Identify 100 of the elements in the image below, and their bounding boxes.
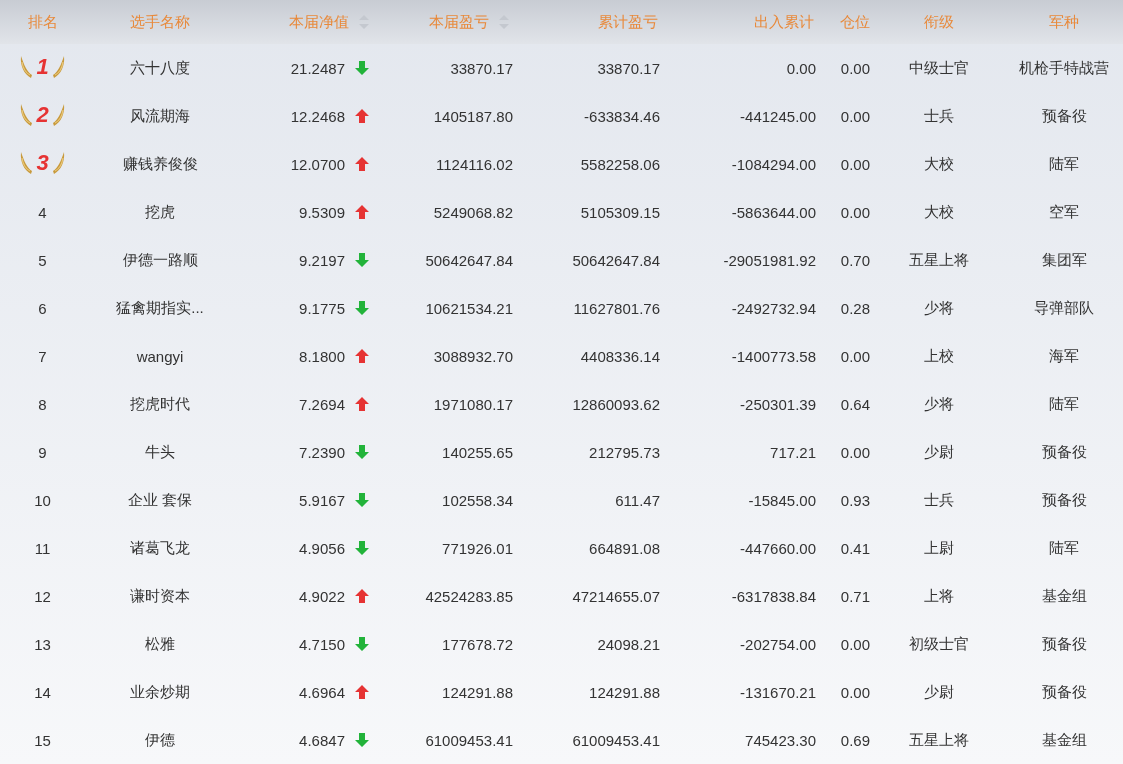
column-header[interactable]: 本届盈亏: [429, 12, 489, 32]
player-name: 松雅: [145, 634, 175, 652]
rank-number: 14: [34, 683, 51, 701]
rank-title: 五星上将: [908, 250, 969, 268]
cash-flow-value: -15845.00: [748, 491, 816, 509]
net-value: 7.2694: [299, 395, 345, 413]
rank-number: 10: [34, 491, 51, 509]
position-value: 0.28: [840, 299, 870, 317]
total-profit-value: 47214655.07: [572, 587, 660, 605]
position-value: 0.00: [840, 59, 870, 77]
player-name: 伊德: [145, 730, 175, 748]
branch-name: 陆军: [1049, 154, 1079, 172]
profit-value: 140255.65: [442, 443, 513, 461]
player-name: 企业 套保: [127, 490, 193, 508]
player-name: 挖虎: [145, 202, 175, 220]
column-header: 衔级: [923, 12, 954, 32]
net-value: 8.1800: [299, 347, 345, 365]
branch-name: 陆军: [1049, 538, 1079, 556]
cash-flow-value: 717.21: [770, 443, 816, 461]
profit-value: 42524283.85: [425, 587, 513, 605]
rank-number: 8: [38, 395, 47, 413]
profit-value: 50642647.84: [425, 251, 513, 269]
rank-number: 6: [38, 299, 47, 317]
branch-name: 导弹部队: [1034, 298, 1094, 316]
net-value: 21.2487: [290, 59, 345, 77]
player-name: 六十八度: [130, 58, 190, 76]
branch-name: 预备役: [1041, 634, 1087, 652]
branch-name: 基金组: [1041, 586, 1087, 604]
total-profit-value: 611.47: [615, 491, 660, 509]
column-header: 累计盈亏: [598, 12, 658, 32]
net-value: 4.7150: [299, 635, 345, 653]
rank-number: 2: [36, 101, 49, 128]
net-value: 9.1775: [299, 299, 345, 317]
rank-number: 11: [34, 539, 51, 557]
profit-value: 61009453.41: [425, 731, 513, 749]
position-value: 0.41: [840, 539, 870, 557]
position-value: 0.69: [840, 731, 870, 749]
cash-flow-value: 745423.30: [745, 731, 816, 749]
position-value: 0.71: [840, 587, 870, 605]
cash-flow-value: -29051981.92: [723, 251, 816, 269]
rank-title: 五星上将: [908, 730, 969, 748]
rank-title: 少尉: [923, 682, 954, 700]
total-profit-value: 50642647.84: [572, 251, 660, 269]
branch-name: 机枪手特战营: [1019, 58, 1109, 76]
position-value: 0.00: [840, 347, 870, 365]
total-profit-value: 24098.21: [597, 635, 660, 653]
branch-name: 集团军: [1041, 250, 1087, 268]
cash-flow-value: -6317838.84: [731, 587, 816, 605]
rank-title: 少将: [923, 298, 954, 316]
cash-flow-value: 0.00: [786, 59, 816, 77]
rank-title: 上校: [923, 346, 954, 364]
player-name: 风流期海: [130, 106, 190, 124]
column-header: 出入累计: [754, 12, 814, 32]
cash-flow-value: -447660.00: [740, 539, 816, 557]
cash-flow-value: -441245.00: [740, 107, 816, 125]
total-profit-value: 33870.17: [597, 59, 660, 77]
total-profit-value: 12860093.62: [572, 395, 660, 413]
profit-value: 5249068.82: [433, 203, 513, 221]
total-profit-value: 212795.73: [589, 443, 660, 461]
position-value: 0.64: [840, 395, 870, 413]
cash-flow-value: -1084294.00: [731, 155, 816, 173]
profit-value: 1971080.17: [433, 395, 513, 413]
rank-title: 士兵: [923, 490, 954, 508]
branch-name: 陆军: [1049, 394, 1079, 412]
column-header: 排名: [27, 12, 58, 32]
player-name: 赚钱养俊俊: [122, 154, 198, 172]
rank-number: 1: [36, 53, 49, 80]
position-value: 0.00: [840, 683, 870, 701]
column-header[interactable]: 本届净值: [289, 12, 349, 32]
position-value: 0.93: [840, 491, 870, 509]
rank-number: 13: [34, 635, 51, 653]
branch-name: 预备役: [1041, 490, 1087, 508]
total-profit-value: -633834.46: [584, 107, 660, 125]
rank-title: 大校: [923, 202, 954, 220]
profit-value: 177678.72: [442, 635, 513, 653]
net-value: 4.6847: [299, 731, 345, 749]
branch-name: 海军: [1049, 346, 1079, 364]
cash-flow-value: -250301.39: [740, 395, 816, 413]
column-header: 仓位: [840, 12, 870, 32]
cash-flow-value: -1400773.58: [731, 347, 816, 365]
profit-value: 3088932.70: [433, 347, 513, 365]
cash-flow-value: -131670.21: [740, 683, 816, 701]
branch-name: 预备役: [1041, 106, 1087, 124]
net-value: 4.6964: [299, 683, 345, 701]
player-name: 谦时资本: [130, 586, 190, 604]
player-name: 猛禽期指实...: [116, 298, 204, 316]
total-profit-value: 5105309.15: [580, 203, 660, 221]
rank-number: 12: [34, 587, 51, 605]
rank-title: 中级士官: [908, 58, 969, 76]
column-header: 选手名称: [130, 12, 190, 32]
position-value: 0.70: [840, 251, 870, 269]
net-value: 12.2468: [290, 107, 345, 125]
total-profit-value: 4408336.14: [580, 347, 660, 365]
profit-value: 33870.17: [450, 59, 513, 77]
cash-flow-value: -202754.00: [740, 635, 816, 653]
total-profit-value: 124291.88: [589, 683, 660, 701]
rank-title: 少将: [923, 394, 954, 412]
player-name: 业余炒期: [130, 682, 190, 700]
profit-value: 102558.34: [442, 491, 513, 509]
column-header: 军种: [1049, 12, 1079, 32]
